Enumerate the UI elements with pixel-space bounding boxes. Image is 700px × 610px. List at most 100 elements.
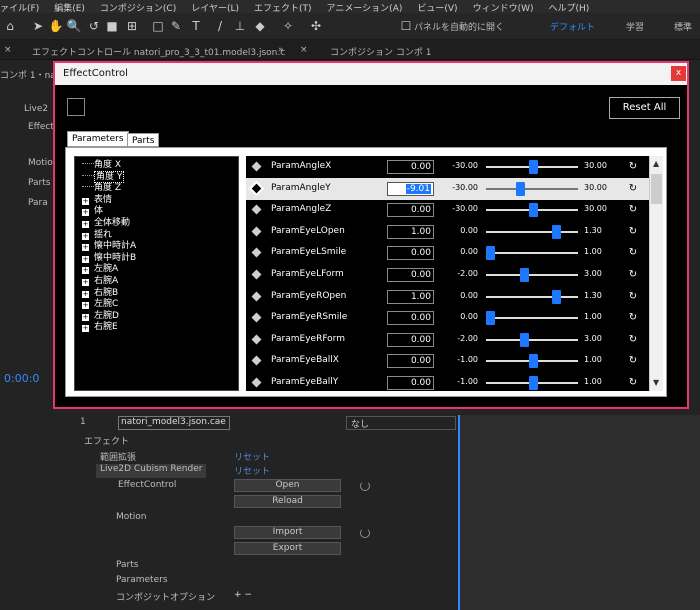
reset-param-icon[interactable]: ↻ bbox=[627, 204, 639, 216]
workspace-learn[interactable]: 学習 bbox=[626, 20, 644, 33]
zoom-tool-icon[interactable]: 🔍 bbox=[66, 18, 82, 34]
tree-item[interactable]: 角度 Y bbox=[82, 170, 125, 183]
scroll-thumb[interactable] bbox=[651, 174, 662, 204]
param-row[interactable]: ParamEyeLOpen 1.00 0.00 1.30 ↻ bbox=[246, 221, 649, 243]
menu-view[interactable]: ビュー(V) bbox=[417, 0, 457, 13]
menu-animation[interactable]: アニメーション(A) bbox=[327, 0, 403, 13]
param-slider-track[interactable] bbox=[486, 230, 578, 233]
workspace-standard[interactable]: 標準 bbox=[674, 20, 692, 33]
keyframe-diamond-icon[interactable] bbox=[251, 269, 262, 280]
param-row[interactable]: ParamEyeLSmile 0.00 0.00 1.00 ↻ bbox=[246, 242, 649, 264]
param-row[interactable]: ParamEyeBallY 0.00 -1.00 1.00 ↻ bbox=[246, 372, 649, 391]
expand-icon[interactable]: + bbox=[82, 325, 89, 333]
expand-icon[interactable]: + bbox=[82, 279, 89, 286]
import-button[interactable]: Import bbox=[234, 526, 341, 539]
param-row[interactable]: ParamEyeRSmile 0.00 0.00 1.00 ↻ bbox=[246, 307, 649, 329]
keyframe-diamond-icon[interactable] bbox=[251, 204, 262, 215]
menu-edit[interactable]: 編集(E) bbox=[54, 0, 85, 13]
param-slider-thumb[interactable] bbox=[529, 160, 538, 174]
param-slider-thumb[interactable] bbox=[520, 268, 530, 282]
keyframe-diamond-icon[interactable] bbox=[251, 355, 262, 366]
param-slider-thumb[interactable] bbox=[486, 246, 495, 261]
open-button[interactable]: Open bbox=[234, 479, 341, 492]
keyframe-diamond-icon[interactable] bbox=[251, 226, 262, 237]
brush-tool-icon[interactable]: / bbox=[212, 18, 228, 34]
param-value-input[interactable]: 0.00 bbox=[387, 311, 434, 326]
eraser-tool-icon[interactable]: ◆ bbox=[252, 18, 268, 34]
reset-link[interactable]: リセット bbox=[234, 450, 270, 464]
parts-group[interactable]: Parts bbox=[116, 560, 138, 574]
param-slider-track[interactable] bbox=[486, 187, 578, 190]
expand-icon[interactable]: + bbox=[82, 197, 89, 205]
tree-item[interactable]: + 左腕C bbox=[82, 298, 118, 310]
reset-param-icon[interactable]: ↻ bbox=[627, 312, 639, 324]
shrink-icon[interactable] bbox=[67, 98, 85, 116]
param-slider-track[interactable] bbox=[486, 295, 578, 298]
param-slider-track[interactable] bbox=[486, 338, 578, 341]
keyframe-diamond-icon[interactable] bbox=[251, 377, 262, 388]
reset-param-icon[interactable]: ↻ bbox=[627, 377, 639, 389]
tab-effect-control[interactable]: エフェクトコントロール natori_pro_3_3_t01.model3.js… bbox=[32, 45, 285, 58]
camera-tool-icon[interactable]: ■ bbox=[104, 18, 120, 34]
param-scrollbar[interactable]: ▲ ▼ bbox=[649, 156, 663, 391]
export-button[interactable]: Export bbox=[234, 542, 341, 555]
close-button[interactable]: x bbox=[671, 66, 686, 81]
checkbox-icon[interactable]: ☐ bbox=[398, 18, 414, 34]
param-value-input[interactable]: 1.00 bbox=[387, 224, 434, 239]
menu-window[interactable]: ウィンドウ(W) bbox=[473, 0, 534, 13]
keyframe-diamond-icon[interactable] bbox=[248, 180, 265, 196]
expand-icon[interactable]: + bbox=[82, 244, 89, 252]
param-slider-thumb[interactable] bbox=[486, 311, 495, 326]
keyframe-diamond-icon[interactable] bbox=[251, 247, 262, 258]
expand-icon[interactable]: + bbox=[82, 209, 89, 217]
menu-composition[interactable]: コンポジション(C) bbox=[100, 0, 176, 13]
composite-options[interactable]: コンポジットオプション bbox=[116, 590, 215, 604]
param-slider-thumb[interactable] bbox=[552, 224, 562, 239]
parent-select[interactable]: なし bbox=[346, 416, 456, 430]
keyframe-diamond-icon[interactable] bbox=[251, 312, 262, 323]
tab-composition[interactable]: コンポジション コンポ 1 bbox=[330, 45, 431, 58]
reset-link-2[interactable]: リセット bbox=[234, 464, 270, 478]
param-value-input[interactable]: 0.00 bbox=[387, 203, 434, 218]
keyframe-icon-2[interactable] bbox=[360, 528, 370, 538]
keyframe-diamond-icon[interactable] bbox=[251, 161, 262, 172]
tree-item[interactable]: + 右腕A bbox=[82, 275, 118, 287]
tree-item[interactable]: + 左腕D bbox=[82, 310, 119, 322]
current-time[interactable]: 0:00:0 bbox=[4, 372, 39, 386]
reload-button[interactable]: Reload bbox=[234, 495, 341, 508]
keyframe-diamond-icon[interactable] bbox=[251, 334, 262, 345]
shape-tool-icon[interactable]: □ bbox=[150, 18, 166, 34]
roto-brush-icon[interactable]: ✧ bbox=[280, 18, 296, 34]
close-icon[interactable]: × bbox=[4, 45, 12, 55]
cubism-render-effect[interactable]: Live2D Cubism Render bbox=[96, 464, 207, 478]
param-slider-thumb[interactable] bbox=[529, 376, 538, 390]
close-icon[interactable]: × bbox=[300, 45, 308, 55]
tree-item[interactable]: + 右腕B bbox=[82, 287, 118, 299]
expand-icon[interactable]: + bbox=[82, 221, 89, 228]
reset-param-icon[interactable]: ↻ bbox=[627, 334, 639, 346]
tree-item[interactable]: 角度 Z bbox=[82, 182, 121, 194]
reset-all-button[interactable]: Reset All bbox=[609, 97, 680, 119]
expand-icon[interactable]: + bbox=[82, 290, 89, 298]
rotate-tool-icon[interactable]: ↺ bbox=[86, 18, 102, 34]
param-slider-track[interactable] bbox=[486, 252, 578, 255]
tree-item[interactable]: + 体 bbox=[82, 205, 103, 217]
range-extend[interactable]: 範囲拡張 bbox=[100, 450, 136, 464]
expand-icon[interactable]: + bbox=[82, 255, 89, 263]
param-row[interactable]: ParamEyeBallX 0.00 -1.00 1.00 ↻ bbox=[246, 350, 649, 372]
workspace-default[interactable]: デフォルト bbox=[550, 20, 595, 33]
param-value-input[interactable]: 0.00 bbox=[387, 376, 434, 390]
menu-file[interactable]: ァイル(F) bbox=[0, 0, 39, 13]
param-row[interactable]: ParamEyeLForm 0.00 -2.00 3.00 ↻ bbox=[246, 264, 649, 286]
stamp-tool-icon[interactable]: ⊥ bbox=[232, 18, 248, 34]
scroll-down-icon[interactable]: ▼ bbox=[653, 378, 659, 387]
parameter-group-tree[interactable]: 角度 X 角度 Y 角度 Z + 表情 + 体 + 全体移動 + 揺れ + 懐中時計A + 懐中時計B + 左腕… bbox=[74, 156, 239, 391]
add-remove-icon[interactable]: + − bbox=[234, 590, 252, 604]
home-icon[interactable]: ⌂ bbox=[2, 18, 18, 34]
tree-item[interactable]: + 懐中時計B bbox=[82, 252, 136, 264]
reset-param-icon[interactable]: ↻ bbox=[627, 291, 639, 303]
menu-help[interactable]: ヘルプ(H) bbox=[548, 0, 589, 13]
timeline-track-area[interactable] bbox=[458, 415, 700, 610]
tab-parameters[interactable]: Parameters bbox=[67, 131, 129, 147]
playhead[interactable] bbox=[458, 415, 460, 610]
